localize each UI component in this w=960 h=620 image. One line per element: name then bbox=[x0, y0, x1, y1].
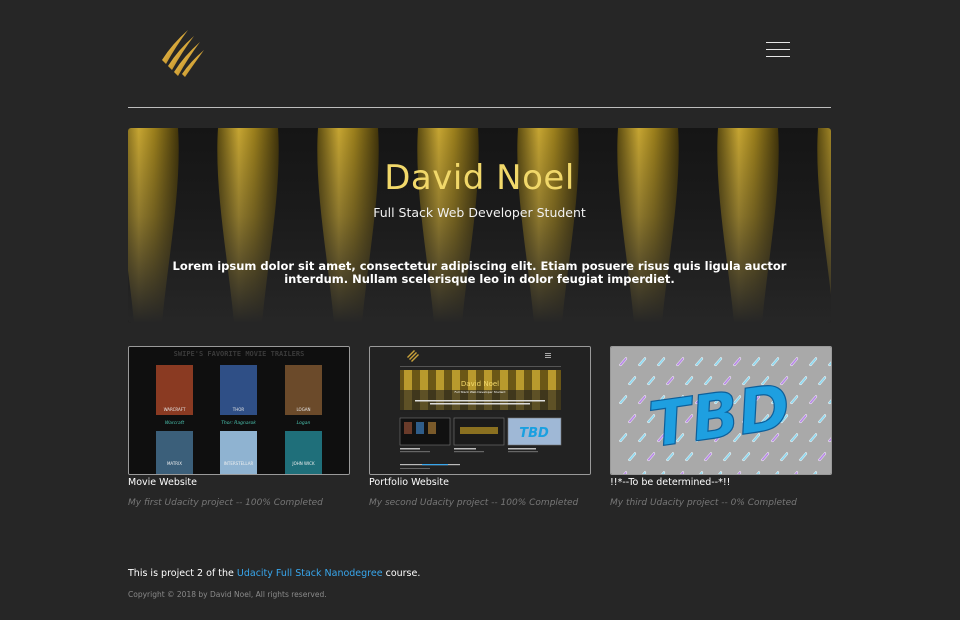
poster-label: JOHN WICK bbox=[291, 461, 315, 466]
project-description: My second Udacity project -- 100% Comple… bbox=[369, 498, 579, 508]
hamburger-line bbox=[766, 42, 790, 43]
project-grid: SWIPE'S FAVORITE MOVIE TRAILERS WARCRAFT… bbox=[128, 346, 832, 516]
poster-label: INTERSTELLAR bbox=[224, 461, 254, 466]
claw-marks-logo-icon[interactable] bbox=[158, 26, 210, 78]
poster-image bbox=[220, 431, 257, 474]
movie-website-thumbnail[interactable]: SWIPE'S FAVORITE MOVIE TRAILERS WARCRAFT… bbox=[128, 346, 350, 475]
poster-label: Warcraft bbox=[165, 420, 184, 426]
footer-note: This is project 2 of the Udacity Full St… bbox=[128, 568, 420, 579]
project-description: My third Udacity project -- 0% Completed bbox=[610, 498, 797, 508]
poster-label: MATRIX bbox=[167, 461, 182, 466]
thumb-tbd-text: TBD bbox=[519, 426, 549, 441]
project-card: TBD !!*--To be determined--*!! My third … bbox=[610, 346, 832, 508]
poster-label: Thor: Ragnarok bbox=[221, 420, 256, 426]
poster-label: Logan bbox=[297, 420, 311, 426]
udacity-nanodegree-link[interactable]: Udacity Full Stack Nanodegree bbox=[237, 568, 383, 579]
portfolio-website-thumbnail[interactable]: David Noel Full Stack Web Developer Stud… bbox=[369, 346, 591, 475]
thumb-heading: SWIPE'S FAVORITE MOVIE TRAILERS bbox=[174, 350, 305, 358]
footer-note-suffix: course. bbox=[382, 568, 421, 579]
project-description: My first Udacity project -- 100% Complet… bbox=[128, 498, 323, 508]
hero-subtitle: Full Stack Web Developer Student bbox=[373, 205, 586, 220]
hamburger-line bbox=[766, 49, 790, 50]
hamburger-menu-icon[interactable] bbox=[766, 42, 790, 58]
hero-description: Lorem ipsum dolor sit amet, consectetur … bbox=[172, 259, 787, 286]
poster-label: WARCRAFT bbox=[164, 407, 186, 412]
project-title[interactable]: Movie Website bbox=[128, 477, 350, 488]
hamburger-line bbox=[766, 56, 790, 57]
project-card: SWIPE'S FAVORITE MOVIE TRAILERS WARCRAFT… bbox=[128, 346, 350, 508]
poster-label: THOR bbox=[232, 407, 245, 412]
project-title[interactable]: !!*--To be determined--*!! bbox=[610, 477, 832, 488]
project-card: David Noel Full Stack Web Developer Stud… bbox=[369, 346, 591, 508]
site-header bbox=[128, 0, 831, 108]
poster-label: LOGAN bbox=[296, 407, 310, 412]
hero-title: David Noel bbox=[384, 158, 575, 198]
thumb-subtitle: Full Stack Web Developer Student bbox=[454, 390, 506, 394]
copyright-text: Copyright © 2018 by David Noel, All righ… bbox=[128, 590, 327, 599]
poster-image bbox=[156, 431, 193, 474]
thumb-title: David Noel bbox=[461, 380, 499, 388]
poster-image bbox=[285, 431, 322, 474]
project-title[interactable]: Portfolio Website bbox=[369, 477, 591, 488]
tbd-project-thumbnail[interactable]: TBD bbox=[610, 346, 832, 475]
footer-note-prefix: This is project 2 of the bbox=[128, 568, 237, 579]
hero-banner: David Noel Full Stack Web Developer Stud… bbox=[128, 128, 831, 323]
